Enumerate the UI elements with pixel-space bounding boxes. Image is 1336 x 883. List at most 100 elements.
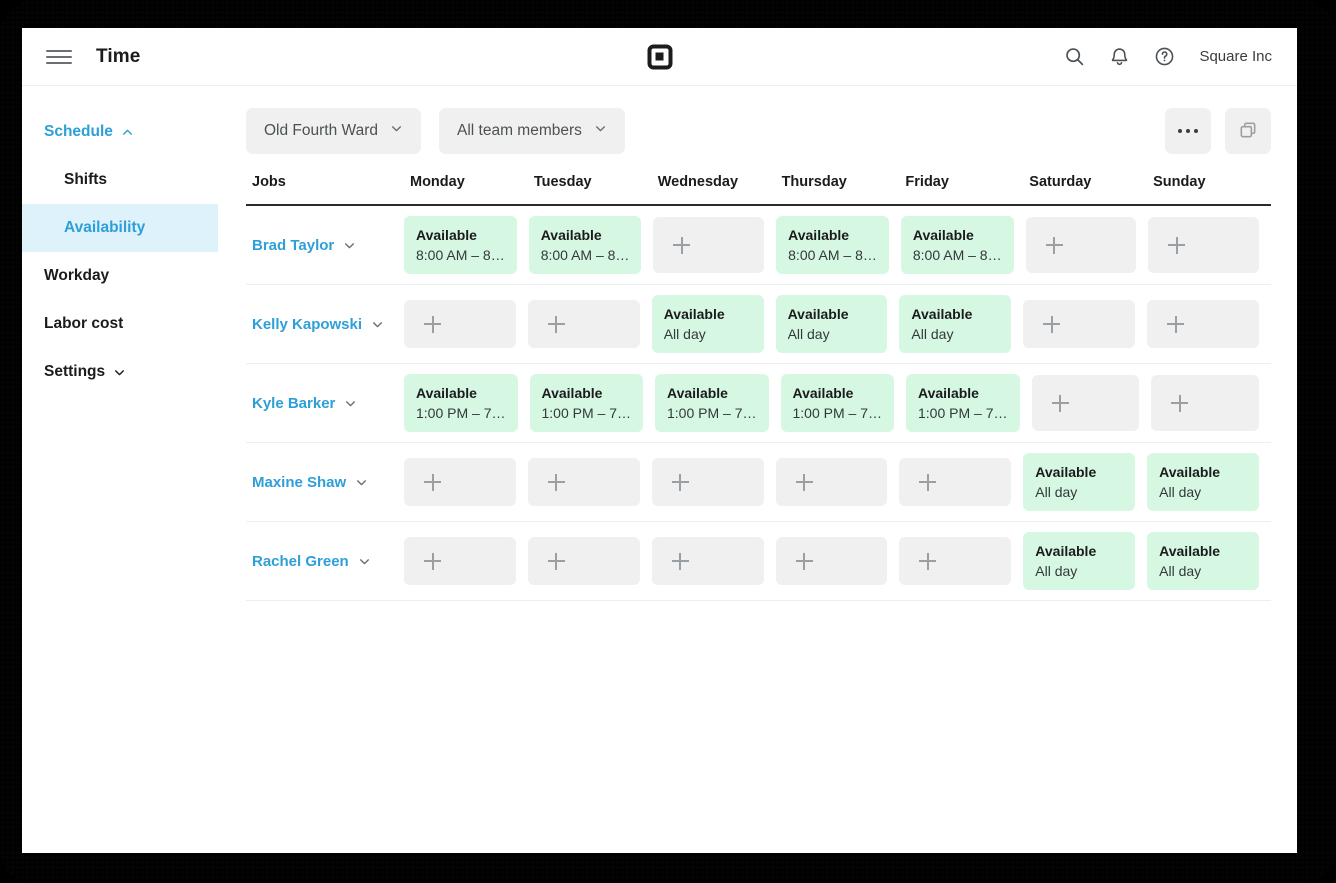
add-availability-cell[interactable]	[1148, 217, 1259, 273]
day-cell: AvailableAll day	[1023, 522, 1147, 600]
day-cell: AvailableAll day	[776, 285, 900, 363]
sidebar-item-workday[interactable]: Workday	[22, 252, 218, 300]
add-availability-cell[interactable]	[776, 537, 888, 585]
sidebar-item-schedule[interactable]: Schedule	[22, 108, 218, 156]
availability-time: All day	[1035, 484, 1123, 500]
plus-icon	[1046, 237, 1063, 254]
availability-time: 8:00 AM – 8…	[416, 247, 505, 263]
availability-chip[interactable]: Available1:00 PM – 7…	[655, 374, 769, 432]
chevron-down-icon[interactable]	[344, 397, 357, 410]
availability-time: 1:00 PM – 7…	[793, 405, 883, 421]
grid-body: Brad TaylorAvailable8:00 AM – 8…Availabl…	[246, 206, 1271, 601]
plus-icon	[672, 553, 689, 570]
availability-status: Available	[1159, 464, 1247, 480]
day-cell: Available8:00 AM – 8…	[404, 206, 529, 284]
employee-name-link[interactable]: Maxine Shaw	[252, 474, 346, 491]
availability-chip[interactable]: AvailableAll day	[652, 295, 764, 353]
availability-chip[interactable]: Available1:00 PM – 7…	[404, 374, 518, 432]
location-filter-dropdown[interactable]: Old Fourth Ward	[246, 108, 421, 154]
bell-icon[interactable]	[1105, 43, 1133, 71]
location-filter-label: Old Fourth Ward	[264, 122, 378, 140]
availability-chip[interactable]: Available8:00 AM – 8…	[901, 216, 1014, 274]
day-cell	[528, 448, 652, 516]
availability-chip[interactable]: Available All day	[1023, 453, 1135, 511]
availability-chip[interactable]: AvailableAll day	[1147, 453, 1259, 511]
availability-status: Available	[667, 385, 757, 401]
sidebar-item-label: Settings	[44, 363, 105, 381]
sidebar-item-label: Schedule	[44, 123, 113, 141]
plus-icon	[673, 237, 690, 254]
day-cell	[776, 448, 900, 516]
sidebar-item-shifts[interactable]: Shifts	[22, 156, 218, 204]
availability-time: All day	[1035, 563, 1123, 579]
plus-icon	[796, 474, 813, 491]
availability-chip[interactable]: AvailableAll day	[1147, 532, 1259, 590]
add-availability-cell[interactable]	[1151, 375, 1259, 431]
chevron-down-icon[interactable]	[355, 476, 368, 489]
day-cell: Available8:00 AM – 8…	[901, 206, 1026, 284]
availability-chip[interactable]: Available8:00 AM – 8…	[404, 216, 517, 274]
copy-schedule-button[interactable]	[1225, 108, 1271, 154]
add-availability-cell[interactable]	[899, 458, 1011, 506]
availability-chip[interactable]: Available8:00 AM – 8…	[529, 216, 642, 274]
sidebar-item-settings[interactable]: Settings	[22, 348, 218, 396]
availability-time: 1:00 PM – 7…	[416, 405, 506, 421]
app-header: Time	[22, 28, 1297, 86]
add-availability-cell[interactable]	[528, 458, 640, 506]
add-availability-cell[interactable]	[404, 458, 516, 506]
sidebar-item-labor-cost[interactable]: Labor cost	[22, 300, 218, 348]
add-availability-cell[interactable]	[652, 458, 764, 506]
add-availability-cell[interactable]	[652, 537, 764, 585]
question-circle-icon[interactable]	[1150, 43, 1178, 71]
column-header-jobs: Jobs	[246, 174, 404, 190]
add-availability-cell[interactable]	[404, 537, 516, 585]
availability-status: Available	[1035, 464, 1123, 480]
add-availability-cell[interactable]	[899, 537, 1011, 585]
org-name[interactable]: Square Inc	[1199, 48, 1272, 65]
availability-chip[interactable]: Available1:00 PM – 7…	[530, 374, 644, 432]
add-availability-cell[interactable]	[1026, 217, 1137, 273]
hamburger-icon[interactable]	[46, 47, 72, 67]
availability-chip[interactable]: Available1:00 PM – 7…	[781, 374, 895, 432]
filters-toolbar: Old Fourth Ward All team members	[246, 108, 1297, 154]
availability-chip[interactable]: AvailableAll day	[1023, 532, 1135, 590]
employee-name-link[interactable]: Kyle Barker	[252, 395, 335, 412]
plus-icon	[548, 474, 565, 491]
add-availability-cell[interactable]	[1147, 300, 1259, 348]
more-options-button[interactable]	[1165, 108, 1211, 154]
column-header-thursday: Thursday	[776, 174, 900, 190]
chevron-down-icon[interactable]	[343, 239, 356, 252]
day-cell	[899, 448, 1023, 516]
employee-name-link[interactable]: Brad Taylor	[252, 237, 334, 254]
plus-icon	[1168, 237, 1185, 254]
availability-chip[interactable]: AvailableAll day	[899, 295, 1011, 353]
add-availability-cell[interactable]	[1032, 375, 1140, 431]
plus-icon	[919, 474, 936, 491]
day-cell	[528, 290, 652, 358]
team-member-filter-dropdown[interactable]: All team members	[439, 108, 625, 154]
add-availability-cell[interactable]	[1023, 300, 1135, 348]
add-availability-cell[interactable]	[404, 300, 516, 348]
chevron-down-icon[interactable]	[358, 555, 371, 568]
day-cell	[404, 527, 528, 595]
employee-name-link[interactable]: Kelly Kapowski	[252, 316, 362, 333]
availability-status: Available	[788, 306, 876, 322]
availability-time: 1:00 PM – 7…	[542, 405, 632, 421]
day-cell: Available All day	[1023, 443, 1147, 521]
sidebar-item-availability[interactable]: Availability	[22, 204, 218, 252]
employee-name-link[interactable]: Rachel Green	[252, 553, 349, 570]
search-icon[interactable]	[1060, 43, 1088, 71]
availability-chip[interactable]: Available1:00 PM – 7…	[906, 374, 1020, 432]
plus-icon	[424, 316, 441, 333]
availability-chip[interactable]: Available8:00 AM – 8…	[776, 216, 889, 274]
add-availability-cell[interactable]	[653, 217, 764, 273]
availability-chip[interactable]: AvailableAll day	[776, 295, 888, 353]
table-row: Kyle BarkerAvailable1:00 PM – 7…Availabl…	[246, 364, 1271, 443]
chevron-down-icon[interactable]	[371, 318, 384, 331]
add-availability-cell[interactable]	[776, 458, 888, 506]
app-page: Time	[22, 28, 1297, 853]
availability-time: All day	[664, 326, 752, 342]
add-availability-cell[interactable]	[528, 537, 640, 585]
day-cell: AvailableAll day	[1147, 522, 1271, 600]
add-availability-cell[interactable]	[528, 300, 640, 348]
